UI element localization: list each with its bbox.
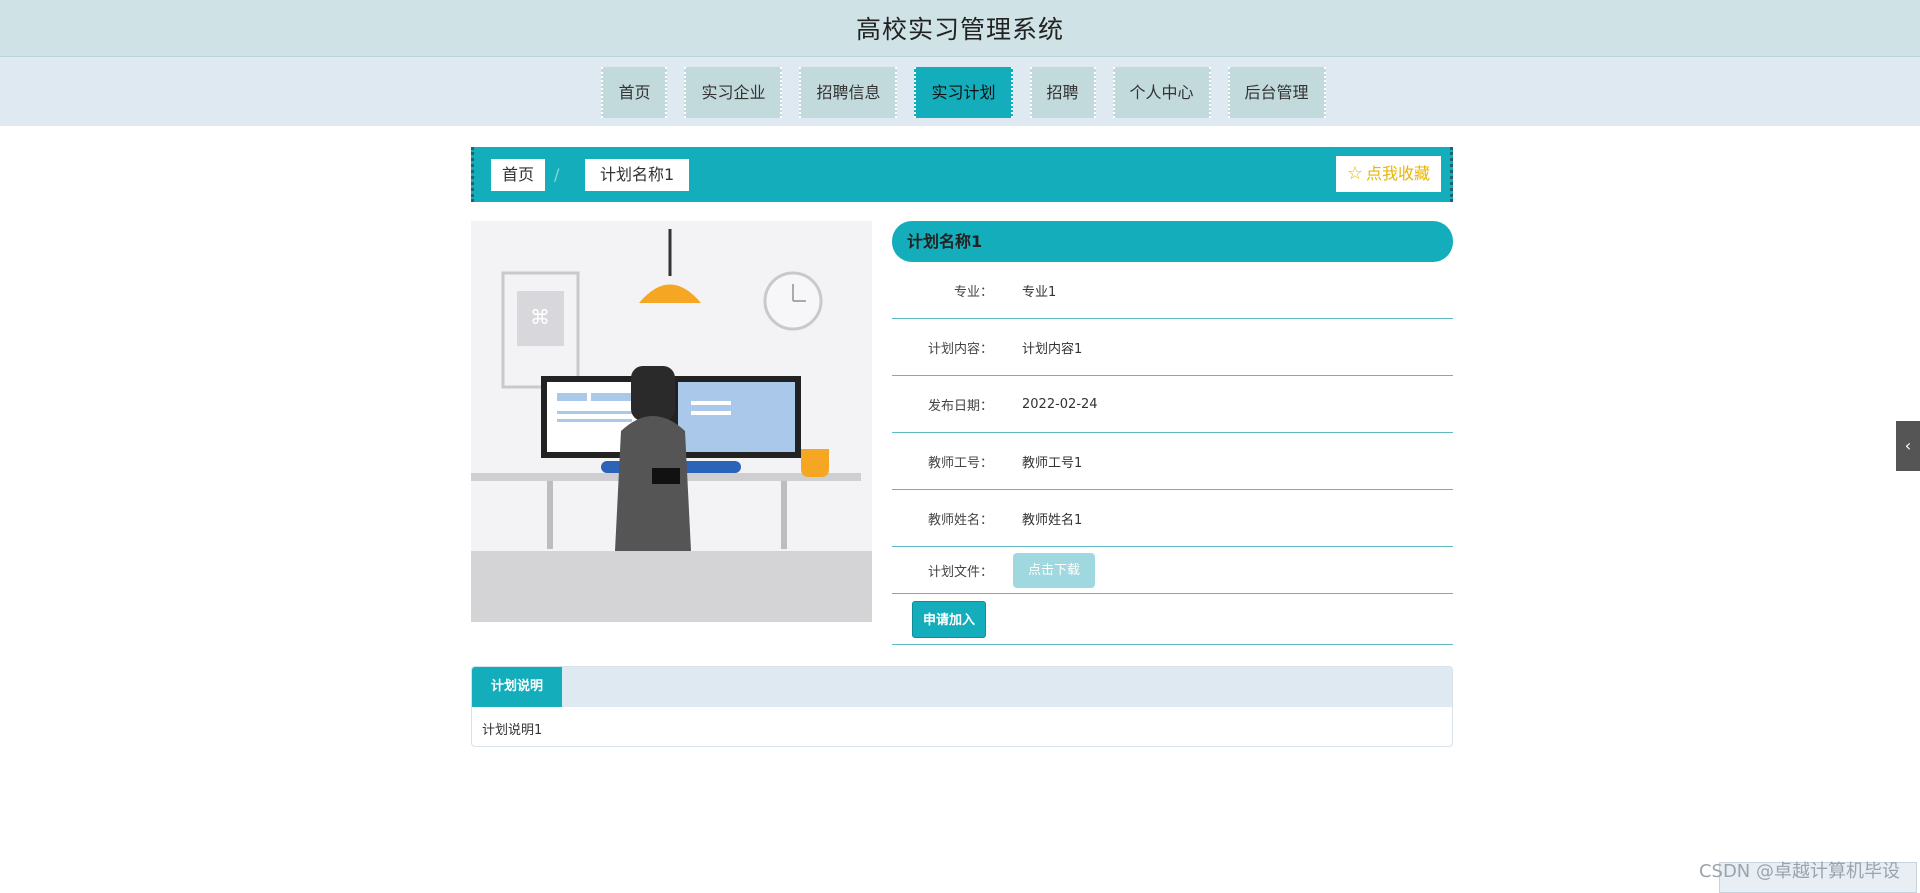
apply-row: 申请加入	[892, 594, 1453, 645]
field-row-teacher-id: 教师工号： 教师工号1	[892, 433, 1453, 490]
field-value: 2022-02-24	[1022, 396, 1098, 412]
description-tabs: 计划说明	[472, 667, 1452, 707]
main-nav: 首页 实习企业 招聘信息 实习计划 招聘 个人中心 后台管理	[0, 58, 1920, 126]
plan-description-panel: 计划说明 计划说明1	[471, 666, 1453, 747]
breadcrumb-separator: /	[554, 165, 560, 184]
nav-item-personal-center[interactable]: 个人中心	[1112, 66, 1211, 118]
field-row-publish-date: 发布日期： 2022-02-24	[892, 376, 1453, 433]
apply-join-button[interactable]: 申请加入	[912, 600, 987, 638]
plan-illustration: ⌘	[471, 221, 872, 622]
watermark: CSDN @卓越计算机毕设	[1698, 861, 1900, 882]
field-label: 发布日期：	[927, 398, 993, 414]
nav-item-recruit[interactable]: 招聘	[1029, 66, 1096, 118]
field-value: 教师姓名1	[1022, 512, 1083, 528]
plan-title: 计划名称1	[892, 221, 1453, 262]
field-value: 教师工号1	[1022, 455, 1083, 471]
chevron-left-icon[interactable]: ‹	[1896, 421, 1920, 471]
tab-plan-description[interactable]: 计划说明	[472, 667, 563, 707]
breadcrumb: 首页 / 计划名称1 ☆ 点我收藏	[471, 147, 1453, 202]
nav-item-admin[interactable]: 后台管理	[1227, 66, 1326, 118]
breadcrumb-home-link[interactable]: 首页	[491, 159, 546, 191]
download-button[interactable]: 点击下载	[1013, 552, 1096, 588]
nav-item-internship-plans[interactable]: 实习计划	[914, 66, 1013, 118]
favorite-button[interactable]: ☆ 点我收藏	[1335, 156, 1441, 192]
top-header: 高校实习管理系统	[0, 0, 1920, 57]
star-icon: ☆	[1346, 163, 1363, 184]
field-row-plan-file: 计划文件： 点击下载	[892, 547, 1453, 594]
field-label: 教师工号：	[927, 455, 993, 471]
svg-text:⌘: ⌘	[530, 305, 550, 329]
field-label: 专业：	[953, 284, 993, 300]
office-worker-illustration: ⌘	[471, 221, 872, 622]
nav-item-home[interactable]: 首页	[601, 66, 668, 118]
field-row-teacher-name: 教师姓名： 教师姓名1	[892, 490, 1453, 547]
field-value: 专业1	[1022, 284, 1057, 300]
field-value: 计划内容1	[1022, 341, 1083, 357]
field-row-major: 专业： 专业1	[892, 262, 1453, 319]
description-content: 计划说明1	[482, 723, 543, 738]
system-title: 高校实习管理系统	[855, 15, 1064, 44]
nav-item-recruitment-info[interactable]: 招聘信息	[799, 66, 898, 118]
nav-item-companies[interactable]: 实习企业	[684, 66, 783, 118]
field-label: 计划内容：	[927, 341, 993, 357]
field-label: 教师姓名：	[927, 512, 993, 528]
field-row-content: 计划内容： 计划内容1	[892, 319, 1453, 376]
breadcrumb-current: 计划名称1	[585, 159, 690, 191]
field-label: 计划文件：	[927, 564, 993, 580]
plan-detail-panel: 计划名称1 专业： 专业1 计划内容： 计划内容1 发布日期： 2022-02-…	[892, 221, 1453, 645]
favorite-label: 点我收藏	[1365, 164, 1430, 183]
